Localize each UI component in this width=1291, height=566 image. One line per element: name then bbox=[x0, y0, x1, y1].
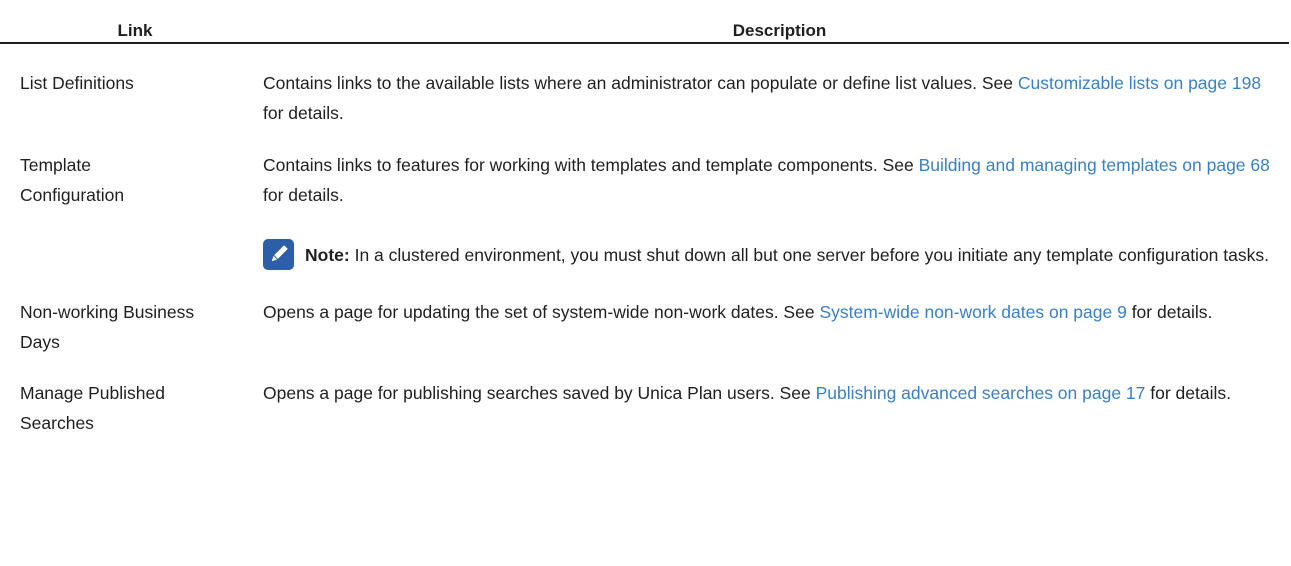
note-body: In a clustered environment, you must shu… bbox=[349, 245, 1269, 265]
description-text: Opens a page for publishing searches sav… bbox=[263, 383, 816, 403]
link-name-line: Configuration bbox=[20, 185, 125, 205]
note-box: Note: In a clustered environment, you mu… bbox=[263, 239, 1277, 271]
link-name-line: Manage Published bbox=[20, 383, 165, 403]
header-link: Link bbox=[117, 21, 153, 40]
description-text: for details. bbox=[263, 103, 344, 123]
link-cell: Template Configuration bbox=[0, 150, 263, 297]
link-name: List Definitions bbox=[20, 73, 134, 93]
link-cell: Manage Published Searches bbox=[0, 378, 263, 438]
note-label: Note: bbox=[305, 245, 350, 265]
link-name-line: Template bbox=[20, 155, 92, 175]
description-cell: Opens a page for publishing searches sav… bbox=[263, 378, 1291, 438]
links-table: Link Description List Definitions Contai… bbox=[0, 0, 1291, 438]
table-row: Non-working Business Days Opens a page f… bbox=[0, 297, 1291, 357]
link-cell: List Definitions bbox=[0, 68, 263, 128]
link-cell: Non-working Business Days bbox=[0, 297, 263, 357]
description-text: Opens a page for updating the set of sys… bbox=[263, 302, 820, 322]
table-row: List Definitions Contains links to the a… bbox=[0, 68, 1291, 128]
table-row: Template Configuration Contains links to… bbox=[0, 150, 1291, 297]
link-name-line: Days bbox=[20, 332, 60, 352]
description-text: Contains links to the available lists wh… bbox=[263, 73, 1018, 93]
pencil-icon bbox=[263, 239, 294, 270]
description-text: for details. bbox=[1145, 383, 1231, 403]
link-name-line: Searches bbox=[20, 413, 94, 433]
note-text: Note: In a clustered environment, you mu… bbox=[305, 239, 1269, 271]
xref-link[interactable]: System-wide non-work dates on page 9 bbox=[819, 302, 1126, 322]
link-name-line: Non-working Business bbox=[20, 302, 195, 322]
table-row: Manage Published Searches Opens a page f… bbox=[0, 378, 1291, 438]
description-cell: Contains links to features for working w… bbox=[263, 150, 1291, 297]
description-cell: Opens a page for updating the set of sys… bbox=[263, 297, 1291, 357]
xref-link[interactable]: Building and managing templates on page … bbox=[919, 155, 1270, 175]
table-header-row: Link Description bbox=[0, 0, 1289, 44]
description-cell: Contains links to the available lists wh… bbox=[263, 68, 1291, 128]
description-text: Contains links to features for working w… bbox=[263, 155, 919, 175]
description-text: for details. bbox=[1126, 302, 1213, 322]
xref-link[interactable]: Publishing advanced searches on page 17 bbox=[816, 383, 1146, 403]
description-text: for details. bbox=[263, 185, 344, 205]
xref-link[interactable]: Customizable lists on page 198 bbox=[1018, 73, 1261, 93]
header-description: Description bbox=[732, 21, 827, 40]
